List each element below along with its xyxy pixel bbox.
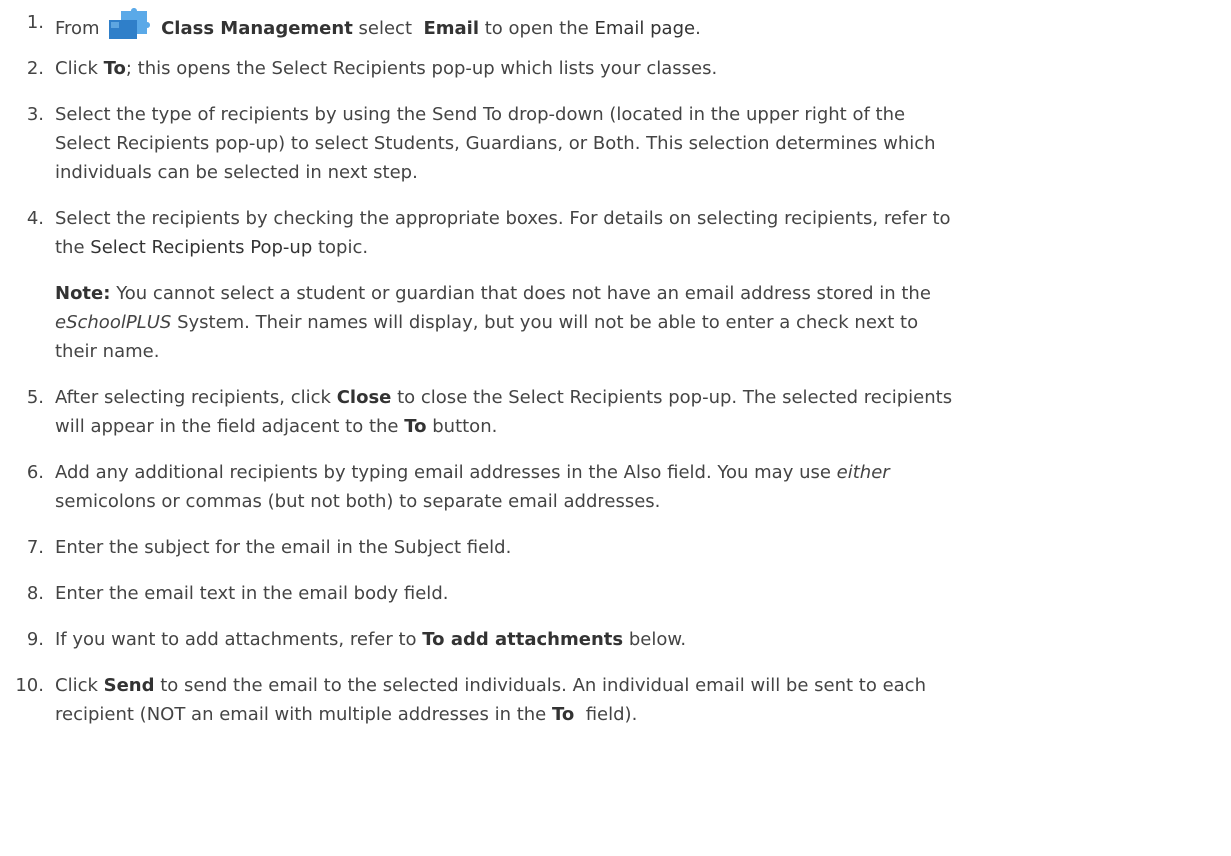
instructions-document: 1. From Class Management select Email to… [0,0,1231,856]
step-number: 7. [26,537,44,558]
step-number: 1. [26,12,44,33]
step-number: 2. [26,58,44,79]
menu-name: Class Management [161,18,353,39]
note-label: Note: [55,283,111,304]
step-number: 3. [26,104,44,125]
step-text: From [55,18,100,39]
step-number: 6. [26,462,44,483]
step-number: 10. [15,675,44,696]
email-page-link[interactable]: Email page [594,18,695,39]
select-recipients-link[interactable]: Select Recipients Pop-up [90,237,312,258]
menu-option: Email [423,18,480,39]
attachments-reference: To add attachments [422,629,624,650]
step-number: 5. [26,387,44,408]
product-name: eSchoolPLUS [55,312,172,333]
puzzle-piece-icon [107,8,151,40]
step-number: 4. [26,208,44,229]
step-number: 9. [26,629,44,650]
step-number: 8. [26,583,44,604]
